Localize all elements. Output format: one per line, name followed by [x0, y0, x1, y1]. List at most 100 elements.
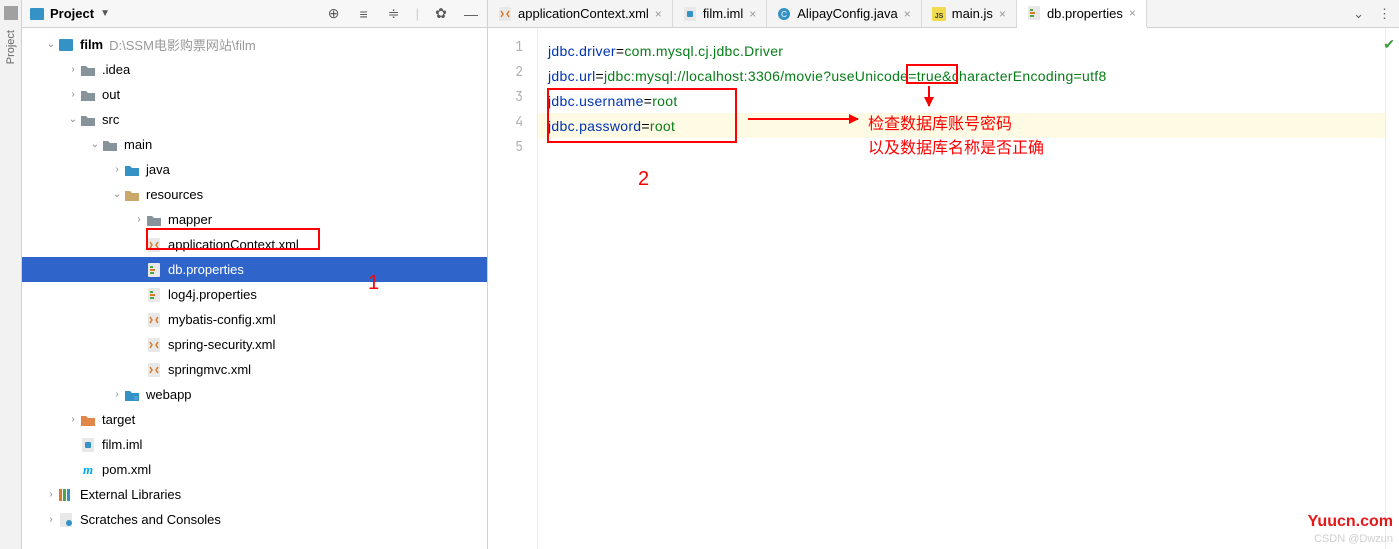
- code-line[interactable]: jdbc.driver=com.mysql.cj.jdbc.Driver: [538, 38, 1385, 63]
- chevron-right-icon[interactable]: ›: [44, 489, 58, 500]
- watermark-csdn: CSDN @Dwzun: [1308, 533, 1393, 545]
- java-icon: C: [777, 7, 791, 21]
- tab[interactable]: CAlipayConfig.java×: [767, 0, 921, 27]
- tree-label: film.iml: [102, 437, 142, 452]
- tab[interactable]: film.iml×: [673, 0, 767, 27]
- tree-row[interactable]: ›target: [22, 407, 487, 432]
- annotation-box: [547, 88, 737, 143]
- tree-label: mapper: [168, 212, 212, 227]
- tabs-bar: applicationContext.xml×film.iml×CAlipayC…: [488, 0, 1399, 28]
- xml-icon: [146, 363, 162, 377]
- folder-icon: [4, 6, 18, 20]
- hide-icon[interactable]: —: [463, 6, 479, 22]
- kebab-icon[interactable]: ⋮: [1378, 6, 1391, 22]
- collapse-icon[interactable]: ≑: [386, 6, 402, 22]
- tree-label: spring-security.xml: [168, 337, 275, 352]
- project-tree[interactable]: ⌄ film D:\SSM电影购票网站\film ›.idea›out⌄src⌄…: [22, 28, 487, 549]
- close-icon[interactable]: ×: [904, 7, 911, 21]
- annotation-text: 以及数据库名称是否正确: [868, 134, 1044, 158]
- annotation-number-1: 1: [368, 272, 379, 295]
- tree-row[interactable]: log4j.properties: [22, 282, 487, 307]
- code-line[interactable]: jdbc.url=jdbc:mysql://localhost:3306/mov…: [538, 63, 1385, 88]
- side-rail[interactable]: Project: [0, 0, 22, 549]
- chevron-right-icon[interactable]: ›: [66, 414, 80, 425]
- tree-row[interactable]: mpom.xml: [22, 457, 487, 482]
- chevron-right-icon[interactable]: ›: [44, 514, 58, 525]
- locate-icon[interactable]: ⊕: [326, 6, 342, 22]
- tree-label: External Libraries: [80, 487, 181, 502]
- gutter-line: 5: [488, 138, 537, 163]
- folder-icon: [80, 113, 96, 127]
- chevron-right-icon[interactable]: ›: [110, 389, 124, 400]
- close-icon[interactable]: ×: [749, 7, 756, 21]
- tree-row[interactable]: spring-security.xml: [22, 332, 487, 357]
- close-icon[interactable]: ×: [1129, 6, 1136, 20]
- gear-icon[interactable]: ✿: [433, 6, 449, 22]
- close-icon[interactable]: ×: [655, 7, 662, 21]
- tree-row-root[interactable]: ⌄ film D:\SSM电影购票网站\film: [22, 32, 487, 57]
- more-tabs-icon[interactable]: ⌄: [1353, 6, 1364, 22]
- tree-row[interactable]: ⌄main: [22, 132, 487, 157]
- project-title-selector[interactable]: Project ▼: [30, 6, 326, 21]
- tree-row[interactable]: ⌄ src: [22, 107, 487, 132]
- project-panel: Project ▼ ⊕ ≡ ≑ | ✿ — ⌄ film D:\SSM电影购票网…: [22, 0, 488, 549]
- folder-icon: [80, 63, 96, 77]
- tree-row[interactable]: › Scratches and Consoles: [22, 507, 487, 532]
- tree-label: src: [102, 112, 119, 127]
- svg-text:C: C: [781, 10, 787, 19]
- xml-icon: [146, 313, 162, 327]
- tree-label: java: [146, 162, 170, 177]
- tab[interactable]: db.properties×: [1017, 0, 1147, 28]
- tree-label: .idea: [102, 62, 130, 77]
- close-icon[interactable]: ×: [999, 7, 1006, 21]
- watermarks: Yuucn.com CSDN @Dwzun: [1308, 513, 1393, 545]
- tree-row[interactable]: › External Libraries: [22, 482, 487, 507]
- tree-row[interactable]: › .idea: [22, 57, 487, 82]
- tree-label: pom.xml: [102, 462, 151, 477]
- tab[interactable]: JSmain.js×: [922, 0, 1017, 27]
- gutter-line: 1: [488, 38, 537, 63]
- tree-row[interactable]: › out: [22, 82, 487, 107]
- folder-gold-icon: [124, 188, 140, 202]
- scratch-icon: [58, 513, 74, 527]
- tab[interactable]: applicationContext.xml×: [488, 0, 673, 27]
- chevron-right-icon[interactable]: ›: [110, 164, 124, 175]
- tree-root-label: film: [80, 37, 103, 52]
- gutter-line: 3: [488, 88, 537, 113]
- annotation-text: 检查数据库账号密码: [868, 110, 1012, 134]
- js-icon: JS: [932, 7, 946, 21]
- project-icon: [30, 8, 44, 20]
- check-ok-icon: ✔: [1383, 36, 1395, 53]
- tree-row[interactable]: springmvc.xml: [22, 357, 487, 382]
- folder-orange-icon: [80, 413, 96, 427]
- tree-label: springmvc.xml: [168, 362, 251, 377]
- tree-row[interactable]: db.properties: [22, 257, 487, 282]
- tree-row[interactable]: mybatis-config.xml: [22, 307, 487, 332]
- gutter-line: 2: [488, 63, 537, 88]
- chevron-right-icon[interactable]: ›: [66, 89, 80, 100]
- chevron-right-icon[interactable]: ›: [66, 64, 80, 75]
- annotation-number-2: 2: [638, 168, 649, 191]
- chevron-down-icon[interactable]: ⌄: [66, 114, 80, 125]
- chevron-down-icon[interactable]: ⌄: [110, 189, 124, 200]
- chevron-down-icon[interactable]: ⌄: [88, 139, 102, 150]
- chevron-down-icon: ▼: [100, 8, 110, 19]
- tree-row[interactable]: › webapp: [22, 382, 487, 407]
- folder-icon: [102, 138, 118, 152]
- expand-icon[interactable]: ≡: [356, 6, 372, 22]
- chevron-down-icon[interactable]: ⌄: [44, 39, 58, 50]
- module-icon: [58, 38, 74, 52]
- tree-row[interactable]: › java: [22, 157, 487, 182]
- tree-label: Scratches and Consoles: [80, 512, 221, 527]
- chevron-right-icon[interactable]: ›: [132, 214, 146, 225]
- divider: |: [416, 6, 419, 21]
- tree-label: out: [102, 87, 120, 102]
- annotation-arrow: [928, 86, 930, 106]
- tree-row[interactable]: film.iml: [22, 432, 487, 457]
- tree-label: webapp: [146, 387, 192, 402]
- svg-text:JS: JS: [934, 13, 943, 20]
- tree-row[interactable]: ⌄resources: [22, 182, 487, 207]
- lib-icon: [58, 488, 74, 502]
- folder-icon: [146, 213, 162, 227]
- annotation-arrow: [748, 118, 858, 120]
